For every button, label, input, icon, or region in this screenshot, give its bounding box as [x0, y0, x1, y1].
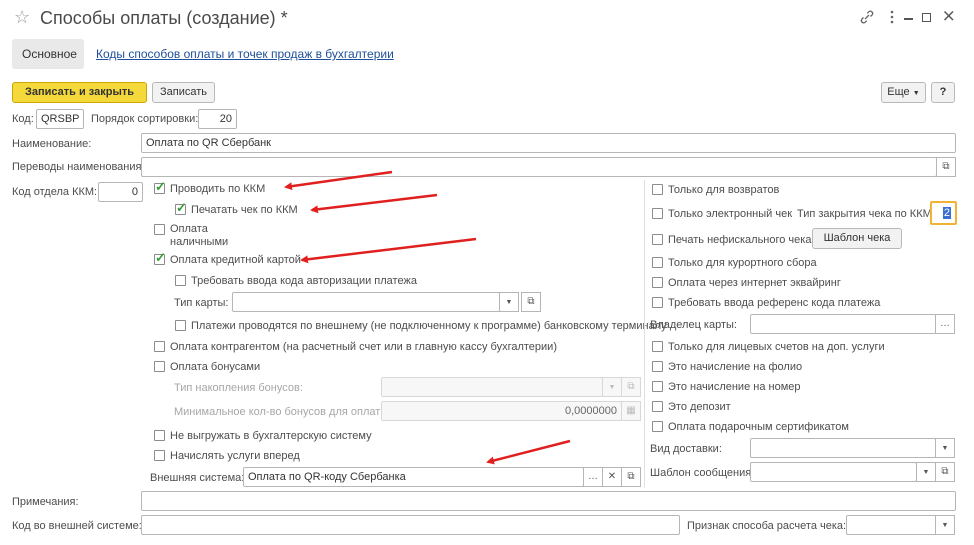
annotation-arrow-ext-system: [486, 439, 571, 465]
annotation-arrows: [284, 170, 571, 465]
annotation-arrow-print: [310, 193, 438, 214]
annotation-arrow-card: [300, 237, 477, 264]
annotation-arrow-kkm: [284, 170, 393, 191]
